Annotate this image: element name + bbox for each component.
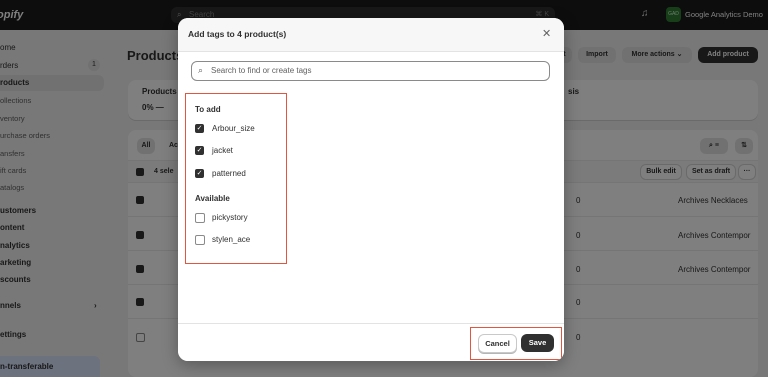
tag-label: stylen_ace: [212, 235, 251, 244]
available-heading: Available: [195, 194, 230, 203]
modal-header: Add tags to 4 product(s) ✕: [178, 18, 564, 52]
tag-label: patterned: [212, 169, 246, 178]
checkbox-unchecked-icon[interactable]: [195, 235, 205, 245]
checkbox-checked-icon[interactable]: ✓: [195, 124, 204, 133]
save-button[interactable]: Save: [521, 334, 554, 352]
tag-search-field[interactable]: ⌕: [191, 61, 550, 81]
search-icon: ⌕: [198, 65, 204, 75]
cancel-button[interactable]: Cancel: [478, 334, 517, 353]
modal-title: Add tags to 4 product(s): [188, 29, 287, 39]
to-add-heading: To add: [195, 105, 221, 114]
checkbox-checked-icon[interactable]: ✓: [195, 169, 204, 178]
tag-label: pickystory: [212, 213, 248, 222]
add-tags-modal: Add tags to 4 product(s) ✕ ⌕ To add ✓ Ar…: [178, 18, 564, 361]
tag-search-input[interactable]: [211, 64, 541, 77]
checkbox-unchecked-icon[interactable]: [195, 213, 205, 223]
tag-label: jacket: [212, 146, 233, 155]
close-icon[interactable]: ✕: [542, 27, 551, 40]
checkbox-checked-icon[interactable]: ✓: [195, 146, 204, 155]
tag-label: Arbour_size: [212, 124, 255, 133]
